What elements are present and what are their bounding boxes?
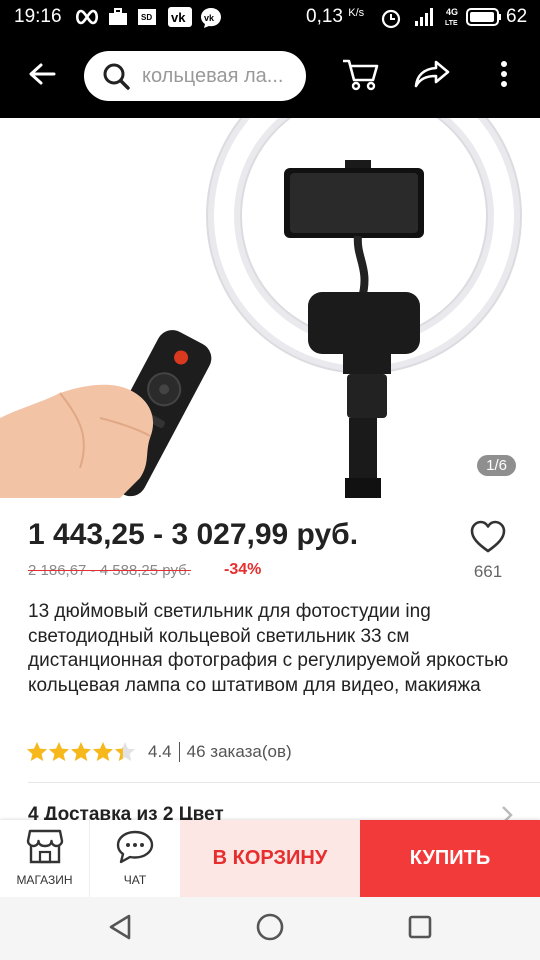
buy-now-button[interactable]: КУПИТЬ [360,820,540,897]
circle-home-icon [255,912,285,947]
svg-text:vk: vk [171,10,186,25]
ring-light-product-image [0,118,522,498]
orders-count: 46 заказа(ов) [186,742,292,761]
product-title: 13 дюймовый светильник для фотостудии in… [28,601,509,696]
vk-messenger-icon: vk [200,7,222,34]
shop-button[interactable]: МАГАЗИН [0,820,90,897]
status-time: 19:16 [14,6,62,27]
cart-icon [341,57,379,96]
sd-card-icon: SD [136,7,158,32]
cart-button[interactable] [338,54,382,98]
nav-back-button[interactable] [102,911,138,947]
star-icon [49,742,69,761]
svg-text:4G: 4G [446,7,458,17]
square-recents-icon [407,914,433,945]
svg-text:LTE: LTE [445,20,458,27]
rating-value: 4.4 [148,742,172,761]
add-to-cart-button[interactable]: В КОРЗИНУ [180,820,360,897]
network-speed: 0,13 K/s [306,6,365,27]
search-input[interactable] [142,60,298,92]
product-image-gallery[interactable]: 1/6 [0,118,540,498]
svg-text:vk: vk [204,13,215,23]
briefcase-icon [108,7,128,32]
alarm-icon [380,7,402,34]
wishlist-button[interactable] [470,520,506,554]
bottom-action-bar: МАГАЗИН ЧАТ В КОРЗИНУ КУПИТЬ [0,820,540,897]
store-icon [26,828,64,869]
wishlist-count: 661 [473,562,503,581]
infinity-icon [74,7,100,32]
status-bar: 19:16 SD vk vk 0,13 K/s 4G LTE 62 [0,0,540,34]
back-arrow-icon [28,62,56,91]
star-icon [115,742,135,761]
rating-row[interactable]: 4.4 46 заказа(ов) [26,740,292,764]
heart-icon [470,520,506,558]
old-price: 2 186,67 - 4 588,25 руб. [28,562,191,579]
section-divider [28,782,540,783]
vk-icon: vk [168,7,192,32]
rating-divider [178,742,180,762]
system-nav-bar [0,897,540,960]
share-icon [413,59,451,94]
back-button[interactable] [20,54,64,98]
chat-button[interactable]: ЧАТ [90,820,180,897]
chat-label: ЧАТ [123,873,147,887]
search-icon [102,62,130,95]
rating-stars [26,741,136,763]
svg-text:SD: SD [141,13,152,22]
star-icon [93,742,113,761]
triangle-back-icon [107,913,133,946]
battery-icon [466,8,502,31]
more-button[interactable] [482,54,526,98]
gallery-pager: 1/6 [477,455,516,476]
more-vertical-icon [500,60,508,93]
battery-percent: 62 [506,6,528,27]
nav-home-button[interactable] [252,911,288,947]
share-button[interactable] [410,54,454,98]
chat-bubble-icon [115,830,155,869]
top-toolbar [0,34,540,118]
star-icon [27,742,47,761]
signal-icon [414,7,438,32]
nav-recents-button[interactable] [402,911,438,947]
search-box[interactable] [84,51,306,101]
shop-label: МАГАЗИН [16,873,73,887]
discount-badge: -34% [224,561,262,578]
lte-icon: 4G LTE [444,5,464,34]
star-icon [71,742,91,761]
product-price: 1 443,25 - 3 027,99 руб. [28,518,359,551]
